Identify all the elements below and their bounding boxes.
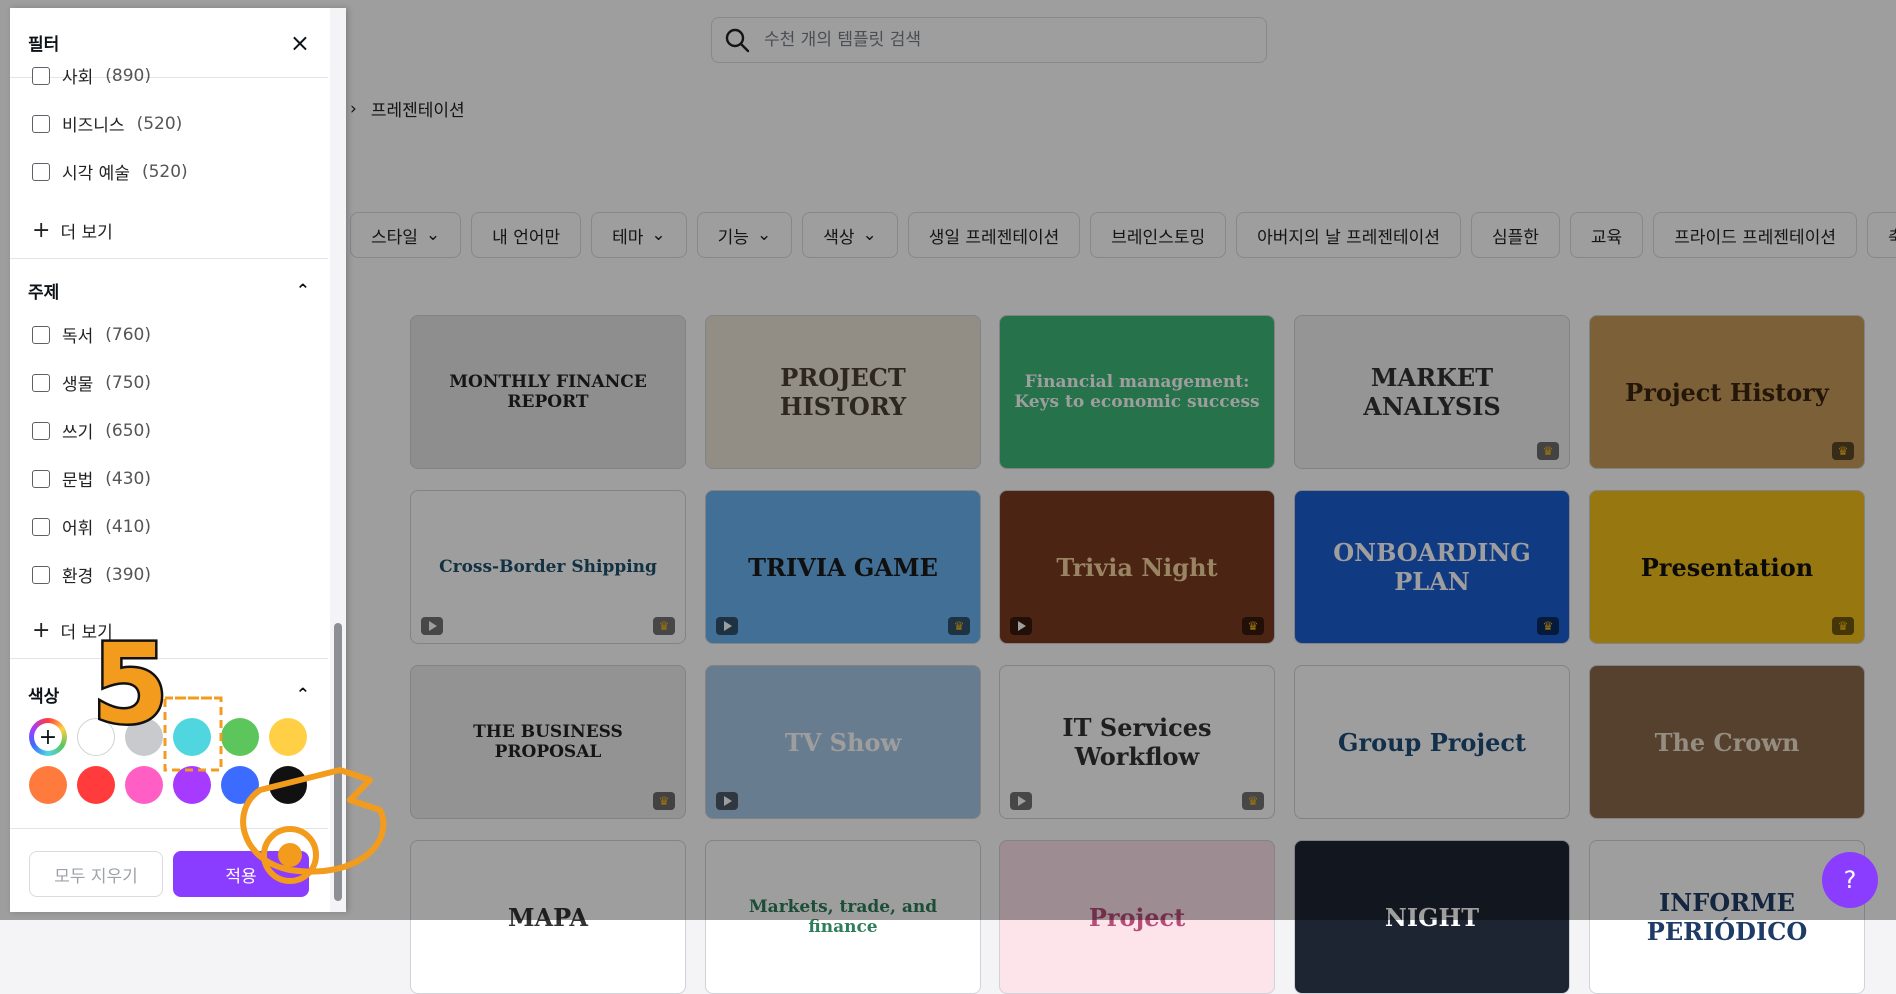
checkbox-label: 환경	[62, 567, 94, 587]
scrollbar-thumb[interactable]	[334, 623, 342, 901]
filter-checkbox[interactable]: 사회 (890)	[32, 63, 151, 88]
checkbox-label: 사회	[62, 68, 94, 88]
close-icon[interactable]: ×	[290, 29, 310, 57]
color-swatch[interactable]	[125, 718, 163, 756]
color-section-header[interactable]: 색상 ⌃	[28, 682, 310, 708]
color-swatch[interactable]	[173, 766, 211, 804]
filter-checkbox[interactable]: 문법 (430)	[32, 466, 151, 491]
subject-title: 주제	[28, 283, 60, 303]
checkbox-box[interactable]	[32, 114, 50, 133]
clear-all-button[interactable]: 모두 지우기	[29, 851, 163, 897]
apply-button[interactable]: 적용	[173, 851, 309, 897]
filter-footer: 모두 지우기 적용	[10, 828, 328, 912]
filter-checkbox[interactable]: 어휘 (410)	[32, 514, 151, 539]
filter-panel-title: 필터	[28, 35, 60, 55]
color-swatch[interactable]	[269, 766, 307, 804]
checkbox-count: (520)	[136, 113, 183, 134]
checkbox-label: 문법	[62, 471, 94, 491]
more-label: 더 보기	[60, 623, 113, 643]
help-button[interactable]: ?	[1822, 852, 1878, 908]
plus-icon: +	[32, 618, 51, 643]
color-title: 색상	[28, 687, 60, 707]
filter-checkbox[interactable]: 비즈니스 (520)	[32, 111, 182, 136]
checkbox-count: (410)	[105, 516, 151, 537]
filter-checkbox[interactable]: 환경 (390)	[32, 562, 151, 587]
color-swatch[interactable]	[173, 718, 211, 756]
filter-checkbox[interactable]: 쓰기 (650)	[32, 418, 151, 443]
checkbox-count: (430)	[105, 468, 151, 489]
apply-label: 적용	[225, 866, 257, 887]
checkbox-count: (750)	[105, 372, 151, 393]
chevron-up-icon: ⌃	[295, 684, 310, 705]
checkbox-box[interactable]	[32, 421, 50, 440]
checkbox-label: 독서	[62, 327, 94, 347]
color-swatch[interactable]	[77, 766, 115, 804]
checkbox-box[interactable]	[32, 469, 50, 488]
checkbox-label: 쓰기	[62, 423, 94, 443]
filter-panel: 필터 × 사회 (890) 비즈니스 (520) 시각 예술 (520) + 더 보기 주…	[10, 8, 346, 912]
checkbox-count: (890)	[105, 65, 151, 86]
checkbox-label: 시각 예술	[62, 164, 130, 184]
color-swatch[interactable]	[221, 718, 259, 756]
divider	[10, 658, 328, 659]
checkbox-label: 어휘	[62, 519, 94, 539]
checkbox-box[interactable]	[32, 325, 50, 344]
checkbox-count: (520)	[141, 161, 188, 182]
color-swatch[interactable]	[221, 766, 259, 804]
color-swatch[interactable]	[125, 766, 163, 804]
subject-section-header[interactable]: 주제 ⌃	[28, 278, 310, 304]
checkbox-count: (390)	[105, 564, 151, 585]
plus-icon: +	[34, 723, 62, 751]
checkbox-label: 비즈니스	[62, 116, 125, 136]
checkbox-count: (760)	[105, 324, 151, 345]
custom-color-button[interactable]: +	[29, 718, 67, 756]
more-label: 더 보기	[60, 223, 113, 243]
checkbox-box[interactable]	[32, 517, 50, 536]
checkbox-count: (650)	[105, 420, 151, 441]
color-swatch[interactable]	[269, 718, 307, 756]
checkbox-box[interactable]	[32, 565, 50, 584]
more-button[interactable]: + 더 보기	[32, 618, 113, 643]
help-label: ?	[1843, 866, 1857, 894]
filter-checkbox[interactable]: 생물 (750)	[32, 370, 151, 395]
checkbox-box[interactable]	[32, 373, 50, 392]
clear-all-label: 모두 지우기	[54, 866, 138, 887]
checkbox-box[interactable]	[32, 66, 50, 85]
color-swatch[interactable]	[77, 718, 115, 756]
plus-icon: +	[32, 218, 51, 243]
color-swatch[interactable]	[29, 766, 67, 804]
checkbox-label: 생물	[62, 375, 94, 395]
more-button[interactable]: + 더 보기	[32, 218, 113, 243]
filter-checkbox[interactable]: 시각 예술 (520)	[32, 159, 188, 184]
filter-checkbox[interactable]: 독서 (760)	[32, 322, 151, 347]
divider	[10, 258, 328, 259]
chevron-up-icon: ⌃	[295, 280, 310, 301]
checkbox-box[interactable]	[32, 162, 50, 181]
